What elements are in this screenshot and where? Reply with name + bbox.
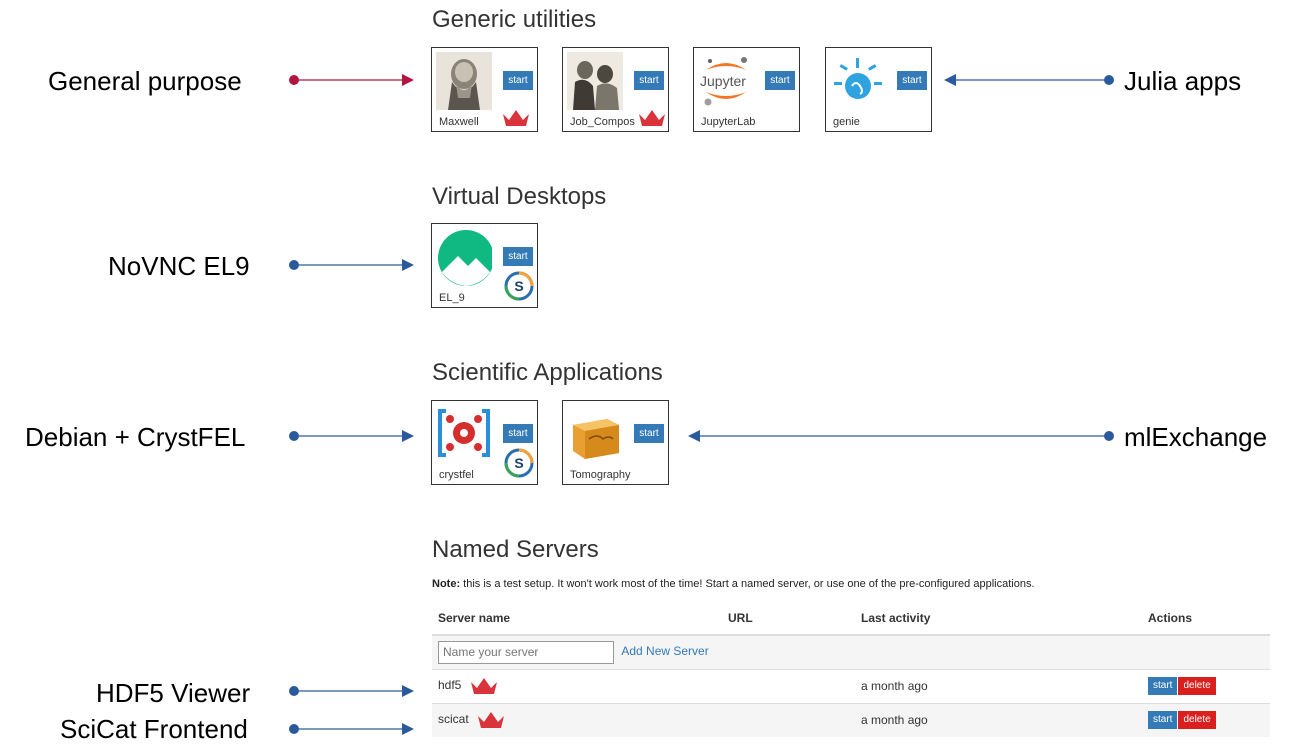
arrow-hdf5 [289,685,414,697]
start-button-scicat[interactable]: start [1148,711,1178,730]
arrow-crystfel [289,430,414,442]
server-name-input[interactable] [438,640,614,664]
column-header-last-activity: Last activity [855,602,1142,636]
annotation-hdf5: HDF5 Viewer [96,678,251,708]
server-url-scicat [722,702,855,737]
annotation-general-purpose: General purpose [48,66,242,96]
server-name-scicat: scicat [438,712,469,727]
annotation-novnc: NoVNC EL9 [108,251,250,281]
note-label: Note: [432,578,461,590]
arrow-julia-apps [944,74,1114,86]
server-name-hdf5: hdf5 [438,678,462,693]
add-server-row: Add New Server [432,634,1270,669]
column-header-url: URL [722,602,855,636]
column-header-actions: Actions [1142,602,1270,636]
crown-icon [470,678,497,694]
server-url-hdf5 [722,668,855,703]
note-text: this is a test setup. It won't work most… [460,578,1035,590]
annotation-julia-apps: Julia apps [1124,66,1242,96]
table-row-hdf5: hdf5 a month ago start delete [432,668,1270,703]
named-servers-table: Server name URL Last activity Actions Ad… [432,602,1270,737]
named-servers-note: Note: this is a test setup. It won't wor… [432,578,1035,590]
annotation-mlexchange: mlExchange [1124,422,1268,452]
arrow-general-purpose [289,74,414,86]
arrow-novnc [289,259,414,271]
delete-button-hdf5[interactable]: delete [1178,677,1216,695]
column-header-server-name: Server name [432,602,722,636]
table-header-row: Server name URL Last activity Actions [432,602,1270,636]
arrow-scicat [289,723,414,735]
arrow-mlexchange [688,430,1114,442]
delete-button-scicat[interactable]: delete [1178,711,1216,730]
last-activity-scicat: a month ago [855,702,1142,737]
add-new-server-link[interactable]: Add New Server [621,644,708,658]
annotation-scicat: SciCat Frontend [60,714,248,744]
last-activity-hdf5: a month ago [855,668,1142,703]
annotation-crystfel: Debian + CrystFEL [25,422,246,452]
start-button-hdf5[interactable]: start [1148,677,1178,695]
crown-icon [478,712,505,729]
table-row-scicat: scicat a month ago start delete [432,702,1270,737]
